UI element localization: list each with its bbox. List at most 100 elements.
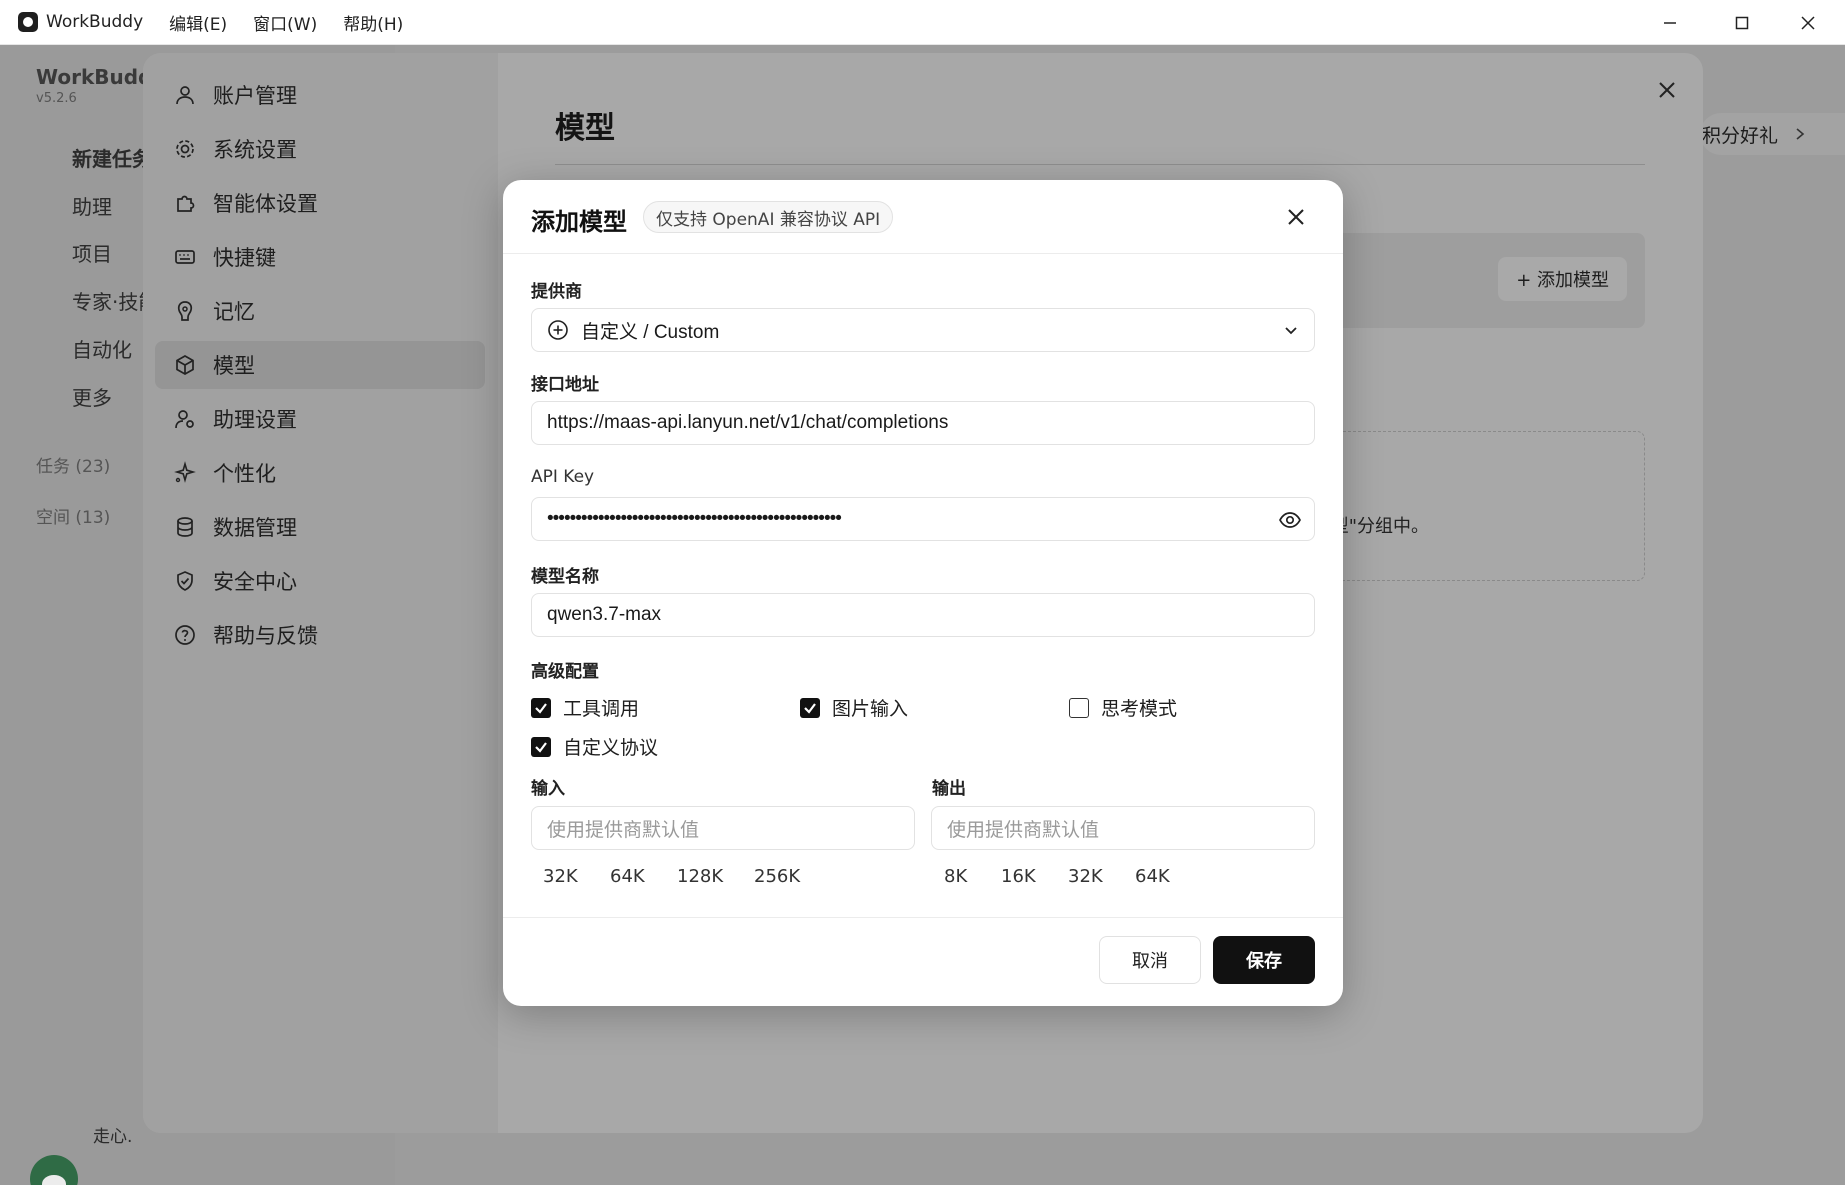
- settings-nav-item[interactable]: 模型: [155, 341, 485, 389]
- input-preset-256k[interactable]: 256K: [754, 866, 800, 887]
- user-name: 走心.: [93, 1127, 133, 1147]
- add-model-button[interactable]: + 添加模型: [1498, 257, 1627, 301]
- chevron-down-icon: [1285, 327, 1297, 335]
- settings-nav-item[interactable]: 数据管理: [155, 503, 485, 551]
- cube-icon: [173, 353, 197, 377]
- settings-nav-label: 数据管理: [213, 516, 297, 540]
- settings-nav-label: 模型: [213, 354, 255, 378]
- checkbox-unchecked-icon[interactable]: [1069, 697, 1089, 718]
- eye-icon[interactable]: [1278, 508, 1302, 532]
- apikey-input[interactable]: ••••••••••••••••••••••••••••••••••••••••…: [531, 497, 1315, 541]
- input-preset-64k[interactable]: 64K: [610, 866, 645, 887]
- settings-nav: 账户管理系统设置智能体设置快捷键记忆模型助理设置个性化数据管理安全中心帮助与反馈: [143, 53, 498, 1133]
- settings-nav-label: 记忆: [213, 300, 255, 324]
- output-preset-16k[interactable]: 16K: [1001, 866, 1036, 887]
- puzzle-icon: [173, 191, 197, 215]
- empty-hint: 型"分组中。: [1330, 516, 1429, 537]
- custom-protocol-label: 自定义协议: [563, 737, 659, 759]
- output-preset-32k[interactable]: 32K: [1068, 866, 1103, 887]
- menu-help[interactable]: 帮助(H): [343, 10, 403, 35]
- maximize-icon[interactable]: [1712, 0, 1772, 45]
- database-icon: [173, 515, 197, 539]
- sidebar-item-assistant[interactable]: 助理: [72, 191, 112, 220]
- promo-button[interactable]: 积分好礼: [1700, 113, 1845, 155]
- output-tokens-placeholder: 使用提供商默认值: [947, 818, 1100, 841]
- apikey-value: ••••••••••••••••••••••••••••••••••••••••…: [547, 508, 842, 529]
- settings-nav-item[interactable]: 系统设置: [155, 125, 485, 173]
- shield-icon: [173, 569, 197, 593]
- section-spaces[interactable]: 空间 (13): [36, 503, 110, 528]
- save-button[interactable]: 保存: [1213, 936, 1315, 984]
- settings-nav-item[interactable]: 记忆: [155, 287, 485, 335]
- provider-select[interactable]: 自定义 / Custom: [531, 308, 1315, 352]
- settings-nav-label: 系统设置: [213, 138, 297, 162]
- settings-nav-label: 安全中心: [213, 570, 297, 594]
- help-icon: [173, 623, 197, 647]
- settings-nav-item[interactable]: 账户管理: [155, 71, 485, 119]
- plus-circle-icon: [548, 320, 568, 340]
- assistant-icon: [173, 407, 197, 431]
- sidebar-item-automation[interactable]: 自动化: [72, 334, 132, 363]
- checkbox-checked-icon[interactable]: [531, 736, 551, 757]
- menu-edit[interactable]: 编辑(E): [169, 10, 227, 35]
- input-preset-32k[interactable]: 32K: [543, 866, 578, 887]
- output-tokens-field[interactable]: 使用提供商默认值: [931, 806, 1315, 850]
- custom-protocol-checkbox[interactable]: 自定义协议: [531, 733, 658, 760]
- settings-nav-label: 账户管理: [213, 84, 297, 108]
- sidebar-item-project[interactable]: 项目: [72, 238, 112, 267]
- settings-nav-item[interactable]: 安全中心: [155, 557, 485, 605]
- model-name-label: 模型名称: [531, 567, 599, 587]
- checkbox-checked-icon[interactable]: [531, 697, 551, 718]
- close-settings-icon[interactable]: [1655, 78, 1679, 102]
- settings-nav-item[interactable]: 快捷键: [155, 233, 485, 281]
- tool-call-label: 工具调用: [563, 698, 640, 720]
- settings-nav-label: 智能体设置: [213, 192, 318, 216]
- settings-nav-label: 快捷键: [213, 246, 276, 270]
- input-preset-128k[interactable]: 128K: [677, 866, 723, 887]
- close-icon[interactable]: [1285, 206, 1307, 228]
- settings-nav-item[interactable]: 助理设置: [155, 395, 485, 443]
- input-tokens-placeholder: 使用提供商默认值: [547, 818, 700, 841]
- version-label: v5.2.6: [36, 91, 77, 106]
- image-input-checkbox[interactable]: 图片输入: [800, 694, 908, 721]
- endpoint-value: https://maas-api.lanyun.net/v1/chat/comp…: [547, 412, 949, 433]
- input-tokens-label: 输入: [531, 779, 565, 799]
- app-logo-icon: [18, 12, 38, 32]
- dialog-footer-divider: [503, 917, 1343, 918]
- output-preset-8k[interactable]: 8K: [944, 866, 967, 887]
- output-preset-64k[interactable]: 64K: [1135, 866, 1170, 887]
- settings-nav-item[interactable]: 智能体设置: [155, 179, 485, 227]
- sidebar-item-new-task[interactable]: 新建任务: [72, 143, 152, 172]
- settings-nav-item[interactable]: 帮助与反馈: [155, 611, 485, 659]
- model-name-value: qwen3.7-max: [547, 604, 662, 625]
- brain-icon: [173, 299, 197, 323]
- section-tasks[interactable]: 任务 (23): [36, 452, 110, 477]
- page-title: 模型: [555, 111, 615, 146]
- divider: [555, 164, 1645, 165]
- title-bar: WorkBuddy 编辑(E) 窗口(W) 帮助(H): [0, 0, 1845, 45]
- menu-window[interactable]: 窗口(W): [253, 10, 317, 35]
- input-tokens-field[interactable]: 使用提供商默认值: [531, 806, 915, 850]
- thinking-mode-label: 思考模式: [1101, 698, 1178, 720]
- cancel-button[interactable]: 取消: [1099, 936, 1201, 984]
- provider-value: 自定义 / Custom: [581, 321, 720, 343]
- advanced-label: 高级配置: [531, 662, 599, 682]
- add-model-dialog: 添加模型 仅支持 OpenAI 兼容协议 API 提供商 自定义 / Custo…: [503, 180, 1343, 1006]
- close-window-icon[interactable]: [1778, 0, 1838, 45]
- provider-label: 提供商: [531, 282, 582, 302]
- image-input-label: 图片输入: [832, 698, 909, 720]
- settings-nav-item[interactable]: 个性化: [155, 449, 485, 497]
- app-name: WorkBuddy: [46, 12, 144, 32]
- model-name-input[interactable]: qwen3.7-max: [531, 593, 1315, 637]
- chevron-right-icon: [1796, 128, 1805, 140]
- sidebar-item-more[interactable]: 更多: [72, 382, 112, 411]
- sparkle-icon: [173, 461, 197, 485]
- endpoint-input[interactable]: https://maas-api.lanyun.net/v1/chat/comp…: [531, 401, 1315, 445]
- minimize-icon[interactable]: [1640, 0, 1700, 45]
- thinking-mode-checkbox[interactable]: 思考模式: [1069, 694, 1177, 721]
- settings-nav-label: 个性化: [213, 462, 276, 486]
- keyboard-icon: [173, 245, 197, 269]
- checkbox-checked-icon[interactable]: [800, 697, 820, 718]
- tool-call-checkbox[interactable]: 工具调用: [531, 694, 639, 721]
- protocol-badge: 仅支持 OpenAI 兼容协议 API: [643, 201, 894, 233]
